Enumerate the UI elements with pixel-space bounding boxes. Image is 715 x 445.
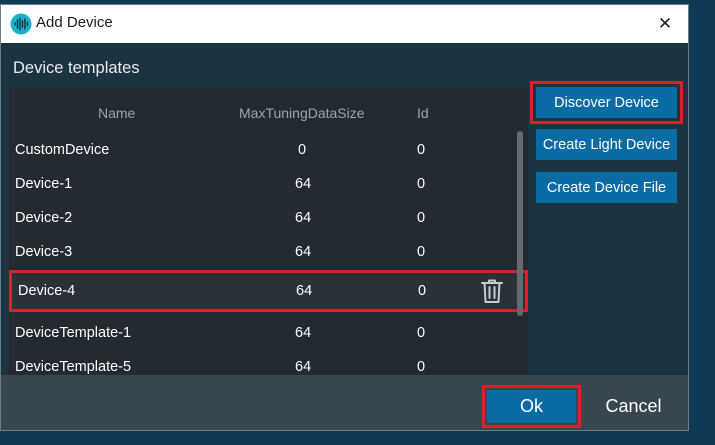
row-name: Device-4 xyxy=(18,283,76,299)
row-id: 0 xyxy=(417,210,426,226)
table-row[interactable]: Device-1 64 0 xyxy=(9,167,528,201)
column-header-name[interactable]: Name xyxy=(98,105,135,121)
row-name: DeviceTemplate-1 xyxy=(15,325,132,341)
row-size: 0 xyxy=(298,142,307,158)
discover-device-button[interactable]: Discover Device xyxy=(530,81,683,124)
table-row[interactable]: Device-2 64 0 xyxy=(9,201,528,235)
row-size: 64 xyxy=(295,210,312,226)
window-title: Add Device xyxy=(36,14,113,31)
trash-icon[interactable] xyxy=(480,278,504,304)
row-id: 0 xyxy=(418,283,427,299)
section-title: Device templates xyxy=(13,59,140,77)
table-row[interactable]: Device-3 64 0 xyxy=(9,235,528,269)
table-row-selected[interactable]: Device-4 64 0 xyxy=(9,270,528,312)
row-size: 64 xyxy=(295,244,312,260)
row-size: 64 xyxy=(295,325,312,341)
dialog-footer xyxy=(1,375,688,430)
row-name: CustomDevice xyxy=(15,142,110,158)
table-row[interactable]: DeviceTemplate-5 64 0 xyxy=(9,350,528,375)
cancel-button[interactable]: Cancel xyxy=(591,390,676,423)
create-light-device-button[interactable]: Create Light Device xyxy=(536,129,677,160)
waveform-app-icon xyxy=(10,13,32,35)
add-device-dialog: Add Device ✕ Device templates Name MaxTu… xyxy=(0,4,689,431)
row-id: 0 xyxy=(417,325,426,341)
device-templates-table: Name MaxTuningDataSize Id CustomDevice 0… xyxy=(9,88,528,375)
table-row[interactable]: CustomDevice 0 0 xyxy=(9,133,528,167)
column-header-maxtuningdatasize[interactable]: MaxTuningDataSize xyxy=(239,105,365,121)
row-name: Device-2 xyxy=(15,210,73,226)
row-id: 0 xyxy=(417,142,426,158)
row-name: DeviceTemplate-5 xyxy=(15,359,132,375)
row-size: 64 xyxy=(295,176,312,192)
column-header-id[interactable]: Id xyxy=(417,105,429,121)
row-id: 0 xyxy=(417,359,426,375)
title-bar: Add Device ✕ xyxy=(1,5,688,43)
ok-button[interactable]: Ok xyxy=(482,385,581,428)
close-button[interactable]: ✕ xyxy=(642,5,688,43)
table-row[interactable]: DeviceTemplate-1 64 0 xyxy=(9,316,528,350)
table-scrollbar[interactable] xyxy=(517,131,523,316)
row-name: Device-1 xyxy=(15,176,73,192)
row-name: Device-3 xyxy=(15,244,73,260)
close-icon: ✕ xyxy=(657,14,673,33)
create-device-file-button[interactable]: Create Device File xyxy=(536,172,677,203)
row-size: 64 xyxy=(295,359,312,375)
row-id: 0 xyxy=(417,244,426,260)
row-id: 0 xyxy=(417,176,426,192)
row-size: 64 xyxy=(296,283,313,299)
